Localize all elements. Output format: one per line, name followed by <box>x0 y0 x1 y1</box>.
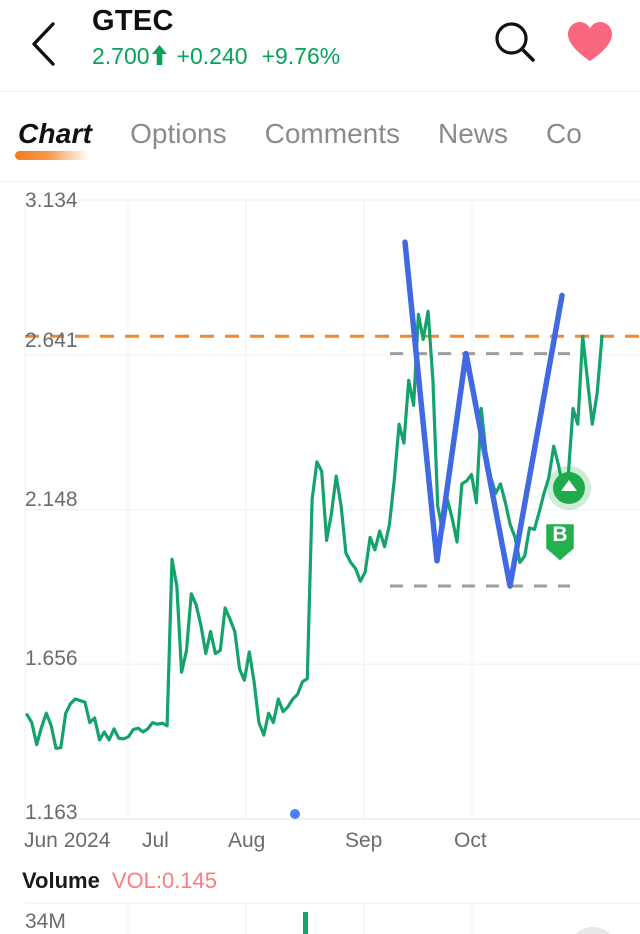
tab-company-label: Co <box>546 118 582 149</box>
volume-chart <box>25 902 640 934</box>
tab-comments-label: Comments <box>264 118 400 149</box>
x-axis-label-0: Jun 2024 <box>24 829 111 852</box>
last-price: 2.700 <box>92 43 150 69</box>
zigzag-overlay <box>402 239 565 589</box>
y-axis-label-1: 2.641 <box>25 329 78 352</box>
active-tab-underline <box>15 151 90 160</box>
stock-detail-screen: GTEC 2.700 +0.240 +9.76% Chart Options C… <box>0 0 640 934</box>
y-axis-label-4: 1.163 <box>25 801 78 824</box>
buy-badge-label: B <box>552 523 568 546</box>
volume-value: VOL:0.145 <box>111 868 218 893</box>
price-change: +0.240 <box>176 43 248 69</box>
tab-news[interactable]: News <box>438 118 508 156</box>
tab-comments[interactable]: Comments <box>265 118 400 156</box>
price-line-series <box>25 309 604 750</box>
x-axis-label-3: Sep <box>345 829 383 852</box>
symbol-block: GTEC 2.700 +0.240 +9.76% <box>92 4 340 70</box>
y-axis-label-3: 1.656 <box>25 647 78 670</box>
back-button[interactable] <box>18 18 70 70</box>
app-header: GTEC 2.700 +0.240 +9.76% <box>0 0 640 92</box>
tab-chart[interactable]: Chart <box>15 118 93 160</box>
price-change-percent: +9.76% <box>261 43 341 69</box>
volume-bar <box>303 912 308 934</box>
volume-title: Volume <box>22 868 100 893</box>
heart-icon <box>566 20 614 69</box>
price-chart-canvas <box>24 199 640 820</box>
arrow-up-icon <box>151 43 168 71</box>
search-icon <box>491 18 539 71</box>
page-title: GTEC <box>92 5 174 37</box>
favorite-button[interactable] <box>564 18 616 70</box>
search-button[interactable] <box>487 16 543 72</box>
y-axis-label-0: 3.134 <box>25 189 78 212</box>
timeline-dot-marker <box>290 809 300 819</box>
volume-header: Volume VOL:0.145 <box>0 868 640 894</box>
volume-y-label: 34M <box>25 910 66 933</box>
tab-company[interactable]: Co <box>546 118 582 156</box>
x-axis-label-4: Oct <box>454 829 487 852</box>
y-axis-label-2: 2.148 <box>25 488 78 511</box>
x-axis-label-1: Jul <box>142 829 169 852</box>
triangle-up-icon <box>547 466 591 510</box>
tab-news-label: News <box>438 118 509 149</box>
tab-options-label: Options <box>130 118 227 149</box>
tab-chart-label: Chart <box>18 118 93 149</box>
price-chart[interactable]: 3.134 2.641 2.148 1.656 1.163 Jun 2024 J… <box>0 182 640 934</box>
tab-options[interactable]: Options <box>130 118 227 156</box>
signal-up-marker[interactable] <box>546 465 592 511</box>
chevron-left-icon <box>29 21 59 67</box>
x-axis-label-2: Aug <box>228 829 266 852</box>
tab-bar[interactable]: Chart Options Comments News Co <box>0 92 640 182</box>
buy-signal-badge[interactable]: B <box>542 520 578 564</box>
quote-row: 2.700 +0.240 +9.76% <box>92 42 340 70</box>
